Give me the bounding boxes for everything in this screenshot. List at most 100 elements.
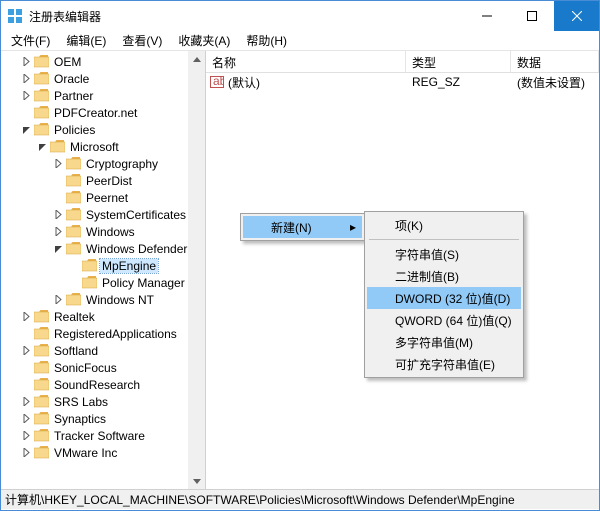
- expand-icon[interactable]: [19, 429, 33, 443]
- window-controls: [464, 1, 599, 31]
- expand-icon[interactable]: [51, 225, 65, 239]
- tree-node[interactable]: Tracker Software: [1, 427, 205, 444]
- tree-node[interactable]: SystemCertificates: [1, 206, 205, 223]
- context-new-string[interactable]: 字符串值(S): [367, 243, 521, 265]
- tree-node-label: Cryptography: [84, 157, 160, 171]
- folder-icon: [66, 242, 81, 255]
- expand-icon[interactable]: [51, 293, 65, 307]
- tree-node-label: Microsoft: [68, 140, 121, 154]
- minimize-button[interactable]: [464, 1, 509, 31]
- tree-node[interactable]: Cryptography: [1, 155, 205, 172]
- tree-node[interactable]: Oracle: [1, 70, 205, 87]
- tree-node[interactable]: RegisteredApplications: [1, 325, 205, 342]
- expand-icon[interactable]: [19, 310, 33, 324]
- tree-node-label: Realtek: [52, 310, 97, 324]
- context-new-key[interactable]: 项(K): [367, 214, 521, 236]
- tree-node[interactable]: SonicFocus: [1, 359, 205, 376]
- menu-separator: [369, 239, 519, 240]
- workarea: OEMOraclePartnerPDFCreator.netPolicies Mi…: [1, 51, 599, 489]
- tree-node-label: Policy Manager: [100, 276, 187, 290]
- collapse-icon[interactable]: [51, 242, 65, 256]
- context-new-binary-label: 二进制值(B): [395, 268, 459, 285]
- tree-node[interactable]: Windows NT: [1, 291, 205, 308]
- column-type[interactable]: 类型: [406, 51, 511, 72]
- context-new-qword[interactable]: QWORD (64 位)值(Q): [367, 309, 521, 331]
- tree-node[interactable]: Peernet: [1, 189, 205, 206]
- menu-favorites[interactable]: 收藏夹(A): [172, 30, 236, 51]
- column-name[interactable]: 名称: [206, 51, 406, 72]
- maximize-button[interactable]: [509, 1, 554, 31]
- tree-node[interactable]: Policy Manager: [1, 274, 205, 291]
- tree-pane[interactable]: OEMOraclePartnerPDFCreator.netPolicies Mi…: [1, 51, 206, 489]
- context-menu: 新建(N) ▸: [240, 213, 365, 241]
- tree-node[interactable]: SoundResearch: [1, 376, 205, 393]
- titlebar: 注册表编辑器: [1, 1, 599, 31]
- expand-icon[interactable]: [51, 208, 65, 222]
- folder-icon: [34, 327, 49, 340]
- folder-icon: [34, 106, 49, 119]
- tree-node[interactable]: Partner: [1, 87, 205, 104]
- tree-node[interactable]: PDFCreator.net: [1, 104, 205, 121]
- menu-file[interactable]: 文件(F): [5, 30, 56, 51]
- tree-node[interactable]: MpEngine: [1, 257, 205, 274]
- folder-icon: [66, 157, 81, 170]
- context-new-dword[interactable]: DWORD (32 位)值(D): [367, 287, 521, 309]
- context-new-label: 新建(N): [271, 219, 312, 236]
- folder-icon: [50, 140, 65, 153]
- tree-node[interactable]: Realtek: [1, 308, 205, 325]
- tree-node-label: Synaptics: [52, 412, 108, 426]
- tree-node[interactable]: OEM: [1, 53, 205, 70]
- context-new-multistring-label: 多字符串值(M): [395, 334, 473, 351]
- tree-node[interactable]: Policies: [1, 121, 205, 138]
- tree-node[interactable]: Softland: [1, 342, 205, 359]
- menu-view[interactable]: 查看(V): [116, 30, 168, 51]
- close-button[interactable]: [554, 1, 599, 31]
- scroll-down-icon[interactable]: [188, 472, 205, 489]
- value-row[interactable]: ab (默认) REG_SZ (数值未设置): [206, 73, 599, 91]
- expand-icon[interactable]: [19, 72, 33, 86]
- tree-node[interactable]: Microsoft: [1, 138, 205, 155]
- column-data[interactable]: 数据: [511, 51, 599, 72]
- value-data: (数值未设置): [511, 74, 599, 91]
- menu-edit[interactable]: 编辑(E): [60, 30, 112, 51]
- folder-icon: [66, 293, 81, 306]
- scroll-up-icon[interactable]: [188, 51, 205, 68]
- context-new[interactable]: 新建(N) ▸: [243, 216, 362, 238]
- menu-help[interactable]: 帮助(H): [240, 30, 293, 51]
- folder-icon: [34, 395, 49, 408]
- expand-icon[interactable]: [19, 446, 33, 460]
- list-pane[interactable]: 名称 类型 数据 ab (默认) REG_SZ (数值未设置) 新建(N) ▸ …: [206, 51, 599, 489]
- context-new-multistring[interactable]: 多字符串值(M): [367, 331, 521, 353]
- tree-node[interactable]: Windows Defender: [1, 240, 205, 257]
- context-new-binary[interactable]: 二进制值(B): [367, 265, 521, 287]
- tree-node-label: VMware Inc: [52, 446, 119, 460]
- tree-node[interactable]: VMware Inc: [1, 444, 205, 461]
- folder-icon: [34, 310, 49, 323]
- expand-icon[interactable]: [19, 412, 33, 426]
- collapse-icon[interactable]: [35, 140, 49, 154]
- tree-node[interactable]: SRS Labs: [1, 393, 205, 410]
- expand-icon[interactable]: [19, 89, 33, 103]
- tree-node-label: MpEngine: [100, 259, 158, 273]
- expand-icon[interactable]: [51, 157, 65, 171]
- tree-spacer: [19, 378, 33, 392]
- expand-icon[interactable]: [19, 395, 33, 409]
- value-name: (默认): [228, 74, 260, 91]
- folder-icon: [34, 123, 49, 136]
- tree-node-label: Windows NT: [84, 293, 156, 307]
- expand-icon[interactable]: [19, 55, 33, 69]
- status-path: 计算机\HKEY_LOCAL_MACHINE\SOFTWARE\Policies…: [5, 491, 515, 508]
- tree-node[interactable]: Windows: [1, 223, 205, 240]
- expand-icon[interactable]: [19, 344, 33, 358]
- tree-node[interactable]: PeerDist: [1, 172, 205, 189]
- tree-node[interactable]: Synaptics: [1, 410, 205, 427]
- tree-node-label: SonicFocus: [52, 361, 119, 375]
- collapse-icon[interactable]: [19, 123, 33, 137]
- folder-icon: [34, 72, 49, 85]
- tree-node-label: SystemCertificates: [84, 208, 188, 222]
- tree-node-label: OEM: [52, 55, 83, 69]
- context-new-expandstring[interactable]: 可扩充字符串值(E): [367, 353, 521, 375]
- folder-icon: [34, 89, 49, 102]
- tree-scrollbar[interactable]: [188, 51, 205, 489]
- value-type: REG_SZ: [406, 75, 511, 89]
